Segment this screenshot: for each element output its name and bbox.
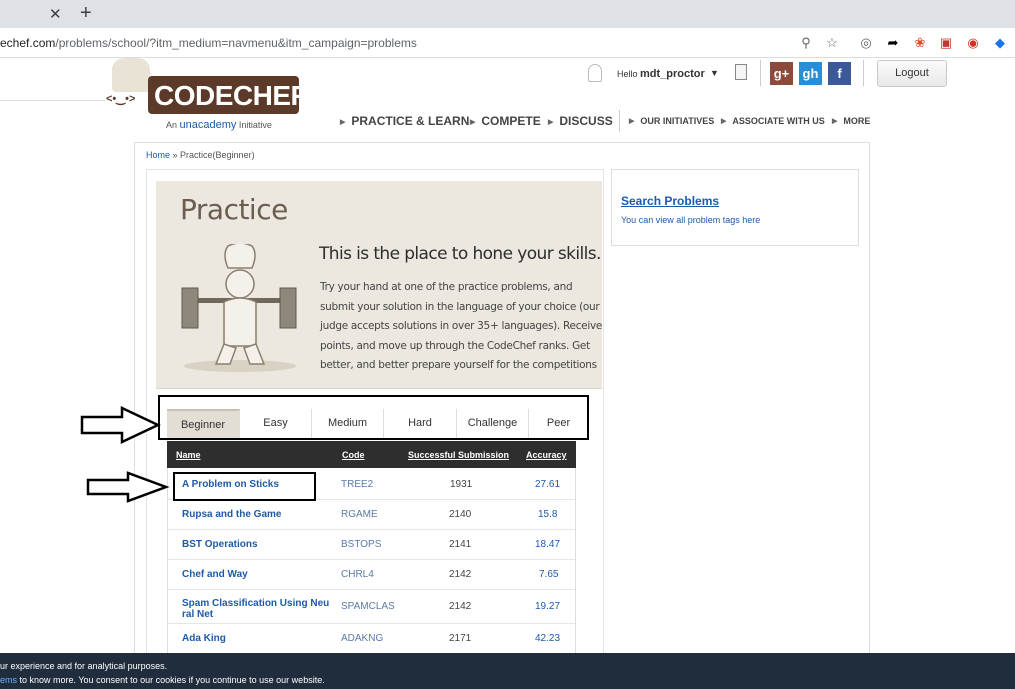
logout-button[interactable]: Logout (877, 60, 947, 87)
banner-title: Practice (180, 193, 288, 226)
problem-submissions: 2142 (449, 601, 472, 612)
tabs-highlight-box (158, 395, 589, 440)
problem-code: TREE2 (341, 479, 374, 490)
row-divider (168, 623, 575, 624)
problem-name-link[interactable]: Chef and Way (182, 569, 248, 580)
problems-table-header (167, 441, 576, 468)
browser-tab-bar: ✕ + (0, 0, 1015, 28)
facebook-icon[interactable]: f (828, 62, 851, 85)
problem-name-link[interactable]: Ada King (182, 633, 226, 644)
problem-submissions: 2140 (449, 509, 472, 520)
nav-more[interactable]: ▶ MORE (832, 116, 870, 126)
problem-accuracy: 19.27 (535, 601, 561, 612)
row-divider (168, 589, 575, 590)
problem-submissions: 2141 (449, 539, 472, 550)
nav-separator (619, 110, 620, 132)
problem-code: RGAME (341, 509, 378, 520)
nav-our-initiatives[interactable]: ▶ OUR INITIATIVES (629, 116, 714, 126)
col-accuracy[interactable]: Accuracy (526, 450, 567, 460)
arrow-right-icon (86, 471, 170, 503)
problem-name-link[interactable]: Rupsa and the Game (182, 509, 281, 520)
breadcrumb-current: Practice(Beginner) (180, 150, 255, 160)
google-plus-icon[interactable]: g+ (770, 62, 793, 85)
logo-face: <•‿•> (106, 93, 136, 105)
problem-accuracy: 42.23 (535, 633, 561, 644)
codechef-logo[interactable]: <•‿•> CODECHEF An unacademy Initiative (104, 58, 308, 136)
header-separator (863, 60, 864, 86)
problem-submissions: 2142 (449, 569, 472, 580)
extension-badge-icon[interactable]: ◉ (965, 35, 981, 51)
problem-accuracy: 15.8 (538, 509, 558, 520)
chef-weightlifter-illustration (181, 244, 297, 372)
user-greeting[interactable]: Hello mdt_proctor (617, 68, 705, 80)
problem-tags-link[interactable]: You can view all problem tags here (621, 215, 760, 225)
col-name[interactable]: Name (176, 450, 201, 460)
row-divider (168, 559, 575, 560)
share-extension-icon[interactable]: ➦ (885, 35, 901, 51)
nav-associate-with-us[interactable]: ▶ ASSOCIATE WITH US (721, 116, 825, 126)
header-separator (760, 60, 761, 86)
problem-code: BSTOPS (341, 539, 382, 550)
problem-accuracy: 27.61 (535, 479, 561, 490)
arrow-right-icon (80, 406, 161, 444)
problem-submissions: 1931 (450, 479, 473, 490)
nav-discuss[interactable]: ▶ DISCUSS (548, 114, 613, 128)
breadcrumb: Home » Practice(Beginner) (146, 150, 255, 160)
user-avatar-icon (588, 64, 602, 82)
github-icon[interactable]: gh (799, 62, 822, 85)
banner-headline: This is the place to hone your skills. (319, 244, 601, 264)
pocket-extension-icon[interactable]: ▣ (938, 35, 954, 51)
address-bar[interactable]: echef.com/problems/school/?itm_medium=na… (0, 28, 1015, 58)
skype-extension-icon[interactable]: ◎ (858, 35, 874, 51)
document-icon[interactable] (735, 64, 747, 80)
url-text[interactable]: echef.com/problems/school/?itm_medium=na… (0, 36, 417, 50)
cookie-policy-link[interactable]: ems (0, 675, 17, 685)
problem-code: ADAKNG (341, 633, 384, 644)
nav-compete[interactable]: ▶ COMPETE (470, 114, 541, 128)
cookie-text-line2: ems to know more. You consent to our coo… (0, 675, 325, 685)
problem-submissions: 2171 (449, 633, 472, 644)
new-tab-icon[interactable]: + (80, 2, 92, 25)
logo-text: CODECHEF (154, 80, 308, 111)
zoom-icon[interactable]: ⚲ (798, 35, 814, 51)
banner-body: Try your hand at one of the practice pro… (320, 281, 603, 372)
problem-code: SPAMCLAS (341, 601, 395, 612)
col-code[interactable]: Code (342, 450, 365, 460)
chevron-down-icon[interactable]: ▼ (710, 68, 719, 78)
problem-name-link[interactable]: BST Operations (182, 539, 258, 550)
problem-accuracy: 18.47 (535, 539, 561, 550)
chef-hat-icon (112, 58, 150, 92)
problem-accuracy: 7.65 (539, 569, 559, 580)
logo-tagline: An unacademy Initiative (166, 119, 272, 131)
col-successful-submission[interactable]: Successful Submission (408, 450, 509, 460)
header-divider (0, 100, 105, 101)
problem-code: CHRL4 (341, 569, 374, 580)
search-problems-link[interactable]: Search Problems (621, 194, 719, 208)
colorwheel-extension-icon[interactable]: ❀ (912, 35, 928, 51)
problem-name-link[interactable]: Spam Classification Using Neu ral Net (182, 598, 332, 620)
breadcrumb-home-link[interactable]: Home (146, 150, 170, 160)
first-problem-highlight-box (173, 472, 316, 501)
bookmark-star-icon[interactable]: ☆ (824, 35, 840, 51)
cookie-text-line1: ur experience and for analytical purpose… (0, 661, 168, 671)
close-tab-icon[interactable]: ✕ (49, 5, 62, 23)
row-divider (168, 529, 575, 530)
nav-practice-learn[interactable]: ▶ PRACTICE & LEARN (340, 114, 469, 128)
diamond-extension-icon[interactable]: ◆ (992, 35, 1008, 51)
